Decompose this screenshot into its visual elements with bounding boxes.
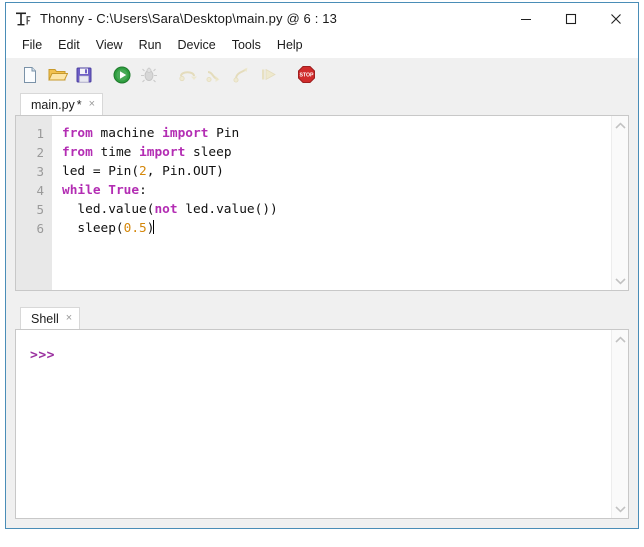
code-token: , Pin.OUT) — [146, 164, 224, 179]
code-token: from — [62, 145, 93, 160]
editor-tabstrip: main.py * × — [15, 91, 629, 115]
menu-item-help[interactable]: Help — [269, 36, 311, 55]
scroll-up-icon[interactable] — [613, 118, 628, 133]
open-folder-icon — [47, 69, 68, 81]
main-content: main.py * × 1 2 3 4 5 6 from machine imp… — [6, 91, 638, 528]
stop-sign-icon: STOP — [297, 66, 315, 83]
line-number: 5 — [36, 202, 44, 217]
scroll-down-icon[interactable] — [613, 273, 628, 288]
code-text-area[interactable]: from machine import Pin from time import … — [52, 116, 611, 290]
shell-tab-close-icon[interactable]: × — [66, 313, 72, 324]
code-token: led.value( — [62, 202, 155, 217]
code-line: from machine import Pin — [62, 124, 611, 143]
maximize-icon — [565, 13, 576, 24]
scroll-up-icon[interactable] — [613, 332, 628, 347]
step-out-icon — [233, 67, 247, 83]
menu-item-device[interactable]: Device — [170, 36, 224, 55]
shell-tab-label: Shell — [31, 311, 59, 326]
code-token: led = Pin( — [62, 164, 140, 179]
save-disk-icon — [76, 67, 92, 82]
code-token: import — [162, 126, 209, 141]
shell-prompt: >>> — [30, 348, 55, 363]
code-line: while True: — [62, 181, 611, 200]
toolbar: STOP — [6, 58, 638, 91]
editor-scrollbar[interactable] — [611, 116, 628, 290]
menu-item-file[interactable]: File — [14, 36, 50, 55]
shell-tabstrip: Shell × — [15, 305, 629, 329]
text-cursor — [153, 220, 155, 234]
code-token: 0.5 — [123, 221, 147, 236]
thonny-icon — [15, 11, 32, 28]
window-title: Thonny - C:\Users\Sara\Desktop\main.py @… — [40, 11, 337, 26]
menu-item-run[interactable]: Run — [131, 36, 170, 55]
minimize-button[interactable] — [503, 3, 548, 34]
maximize-button[interactable] — [548, 3, 593, 34]
code-line: sleep(0.5) — [62, 219, 611, 238]
step-over-button[interactable] — [175, 63, 199, 87]
code-line: led = Pin(2, Pin.OUT) — [62, 162, 611, 181]
editor-gutter: 1 2 3 4 5 6 — [16, 116, 52, 290]
step-over-icon — [178, 71, 197, 82]
code-token: while — [62, 183, 101, 198]
pane-divider[interactable] — [15, 291, 629, 305]
menu-item-edit[interactable]: Edit — [50, 36, 88, 55]
run-button[interactable] — [110, 63, 134, 87]
minimize-icon — [520, 18, 531, 20]
shell-pane: >>> — [15, 329, 629, 519]
code-line: from time import sleep — [62, 143, 611, 162]
line-number: 3 — [36, 164, 44, 179]
line-number: 2 — [36, 145, 44, 160]
code-token: import — [139, 145, 186, 160]
editor-tab-label: main.py — [31, 97, 75, 112]
line-number: 1 — [36, 126, 44, 141]
code-token: True — [108, 183, 140, 198]
code-line: led.value(not led.value()) — [62, 200, 611, 219]
run-play-icon — [113, 66, 131, 83]
resume-icon — [261, 68, 276, 81]
debug-button[interactable] — [137, 63, 161, 87]
thonny-window: Thonny - C:\Users\Sara\Desktop\main.py @… — [5, 2, 639, 529]
code-token: sleep( — [62, 221, 124, 236]
menu-item-view[interactable]: View — [88, 36, 131, 55]
scroll-down-icon[interactable] — [613, 501, 628, 516]
code-token: led.value()) — [177, 202, 278, 217]
svg-text:STOP: STOP — [299, 73, 314, 79]
code-token: machine — [92, 126, 163, 141]
stop-button[interactable]: STOP — [294, 63, 318, 87]
new-file-button[interactable] — [18, 63, 42, 87]
step-into-icon — [206, 71, 219, 82]
editor-pane: 1 2 3 4 5 6 from machine import Pin from … — [15, 115, 629, 291]
code-token: 2 — [139, 164, 147, 179]
menu-item-tools[interactable]: Tools — [224, 36, 269, 55]
code-token: not — [154, 202, 178, 217]
shell-scroll-track[interactable] — [612, 347, 628, 501]
step-out-button[interactable] — [229, 63, 253, 87]
code-token: Pin — [208, 126, 240, 141]
editor-tab-main-py[interactable]: main.py * × — [20, 93, 104, 115]
shell-scrollbar[interactable] — [611, 330, 628, 518]
line-number: 4 — [36, 183, 44, 198]
code-token: sleep — [185, 145, 232, 160]
step-into-button[interactable] — [202, 63, 226, 87]
save-file-button[interactable] — [72, 63, 96, 87]
close-icon — [610, 13, 621, 24]
code-token: from — [62, 126, 93, 141]
editor-scroll-track[interactable] — [612, 133, 628, 273]
editor-tab-close-icon[interactable]: × — [89, 99, 95, 110]
editor-tab-dirty-marker: * — [76, 97, 82, 112]
title-bar[interactable]: Thonny - C:\Users\Sara\Desktop\main.py @… — [6, 3, 638, 34]
close-button[interactable] — [593, 3, 638, 34]
menu-bar: File Edit View Run Device Tools Help — [6, 34, 638, 58]
shell-tab[interactable]: Shell × — [20, 307, 81, 329]
debug-bug-icon — [141, 67, 157, 82]
code-token: : — [139, 183, 147, 198]
line-number: 6 — [36, 221, 44, 236]
new-file-icon — [24, 66, 36, 83]
shell-text-area[interactable]: >>> — [16, 330, 611, 518]
window-controls — [503, 3, 638, 34]
resume-button[interactable] — [256, 63, 280, 87]
open-file-button[interactable] — [45, 63, 69, 87]
code-token: time — [92, 145, 140, 160]
